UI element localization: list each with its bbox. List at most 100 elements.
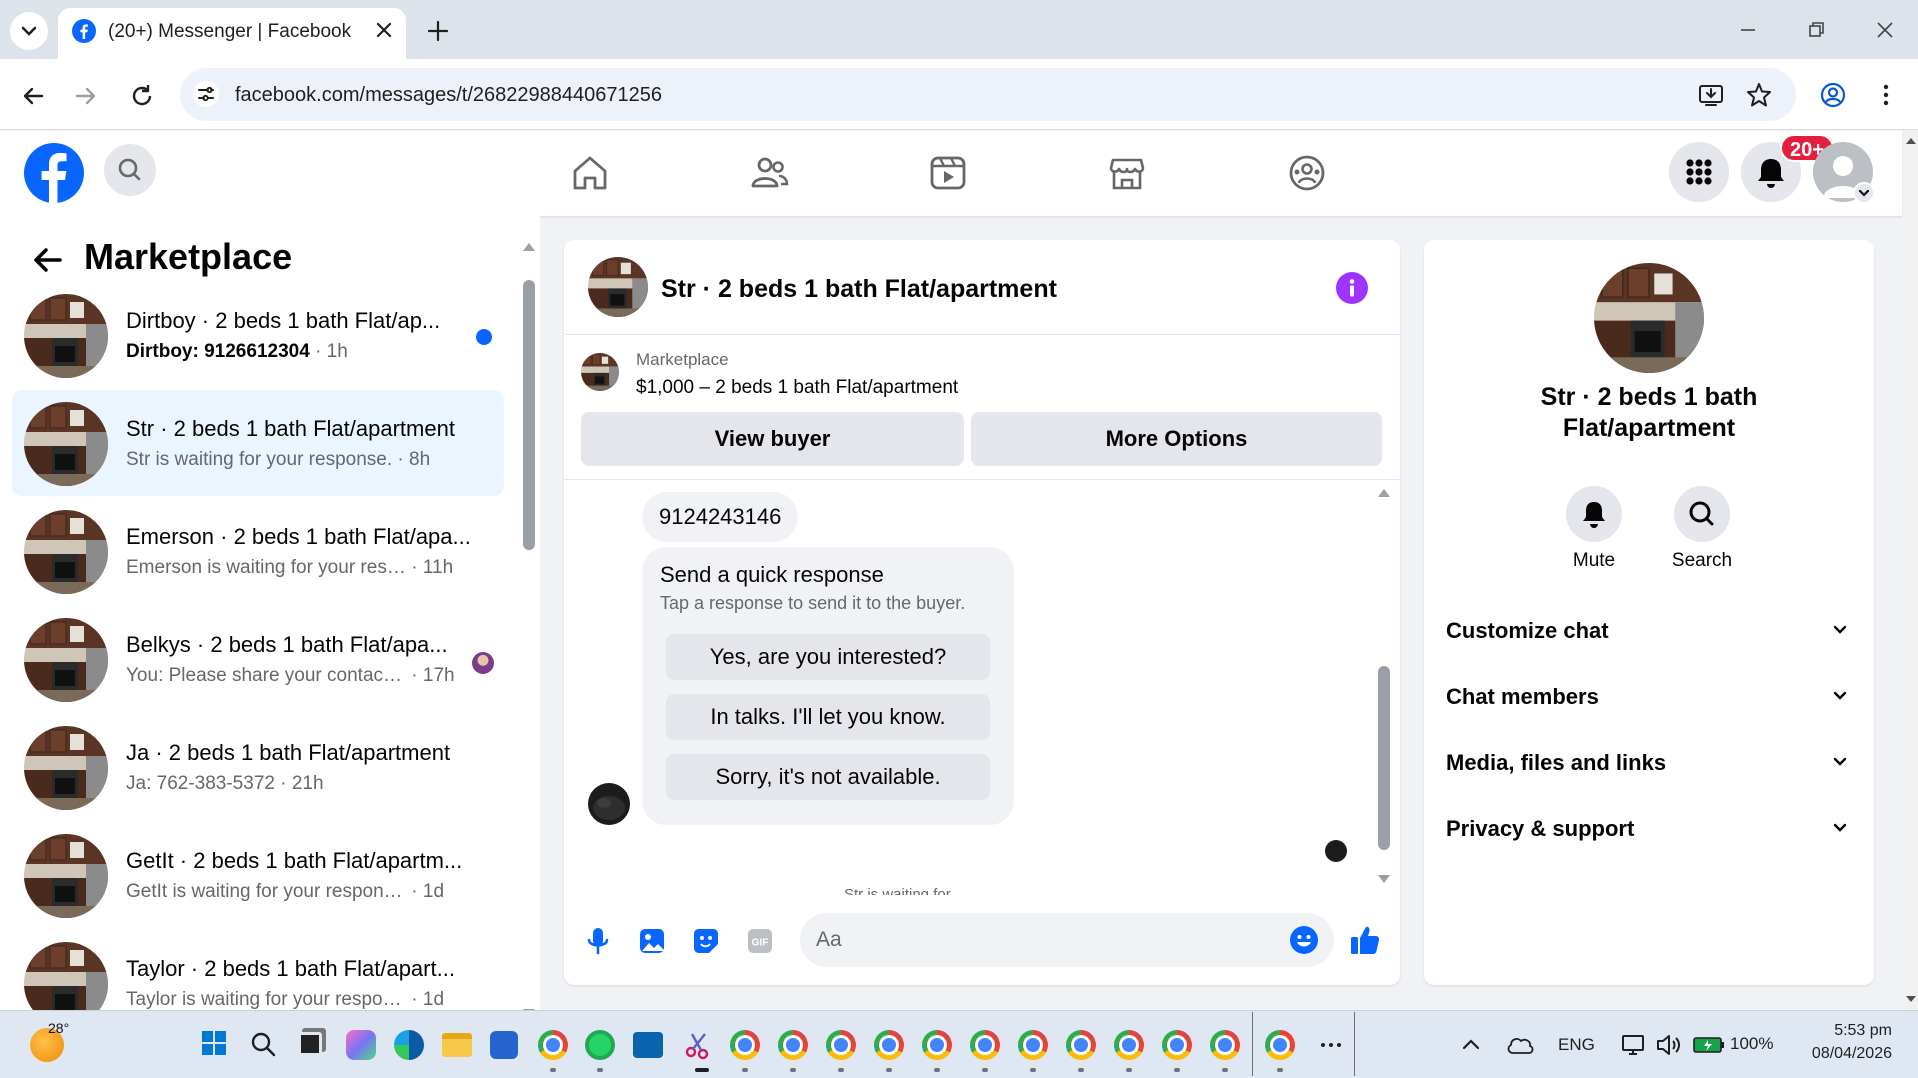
scroll-down-icon[interactable] bbox=[1377, 872, 1391, 886]
chrome-icon[interactable] bbox=[874, 1030, 904, 1060]
clock-date[interactable]: 08/04/2026 bbox=[1780, 1045, 1892, 1063]
scroll-up-icon[interactable] bbox=[522, 240, 536, 254]
account-chevron-icon[interactable] bbox=[1853, 182, 1875, 204]
chrome-icon[interactable] bbox=[1066, 1030, 1096, 1060]
chrome-icon[interactable] bbox=[730, 1030, 760, 1060]
chrome-icon[interactable] bbox=[922, 1030, 952, 1060]
language-indicator[interactable]: ENG bbox=[1558, 1035, 1595, 1055]
site-info-icon[interactable] bbox=[193, 81, 219, 107]
taskbar-search-icon[interactable] bbox=[249, 1030, 277, 1058]
search-button[interactable] bbox=[104, 144, 156, 196]
groups-icon[interactable] bbox=[1286, 152, 1328, 194]
more-apps-icon[interactable] bbox=[1318, 1032, 1344, 1058]
scroll-up-icon[interactable] bbox=[1377, 486, 1391, 500]
quick-response-button[interactable]: Yes, are you interested? bbox=[666, 634, 990, 680]
clock-time[interactable]: 5:53 pm bbox=[1780, 1022, 1892, 1040]
marketplace-icon[interactable] bbox=[1106, 152, 1148, 194]
scrollbar[interactable] bbox=[522, 240, 536, 1010]
restore-window-icon[interactable] bbox=[1804, 18, 1828, 42]
battery-icon[interactable] bbox=[1692, 1034, 1726, 1056]
chrome-icon[interactable] bbox=[1265, 1030, 1295, 1060]
chrome-icon[interactable] bbox=[1018, 1030, 1048, 1060]
chrome-icon[interactable] bbox=[1162, 1030, 1192, 1060]
close-window-icon[interactable] bbox=[1873, 18, 1897, 42]
conversation-item[interactable]: Dirtboy · 2 beds 1 bath Flat/ap... Dirtbo… bbox=[12, 282, 504, 388]
volume-icon[interactable] bbox=[1654, 1031, 1682, 1059]
scroll-down-icon[interactable] bbox=[1905, 993, 1917, 1005]
network-icon[interactable] bbox=[1620, 1031, 1648, 1059]
chat-avatar[interactable] bbox=[588, 257, 648, 317]
browser-menu-icon[interactable] bbox=[1876, 81, 1896, 109]
scrollbar-thumb[interactable] bbox=[523, 280, 535, 550]
facebook-logo-icon[interactable] bbox=[24, 143, 84, 203]
tab-search-button[interactable] bbox=[10, 12, 48, 50]
mute-button[interactable] bbox=[1566, 486, 1622, 542]
file-explorer-icon[interactable] bbox=[442, 1033, 472, 1057]
new-tab-icon[interactable] bbox=[425, 18, 451, 44]
page-scrollbar[interactable] bbox=[1904, 131, 1918, 1010]
customize-chat-section[interactable]: Customize chat bbox=[1446, 610, 1856, 650]
back-arrow-icon[interactable] bbox=[19, 82, 47, 110]
conversation-item[interactable]: Taylor · 2 beds 1 bath Flat/apart... Tayl… bbox=[12, 930, 504, 1010]
conversation-name: Dirtboy · 2 beds 1 bath Flat/ap... bbox=[126, 308, 441, 333]
onedrive-cloud-icon[interactable] bbox=[1505, 1034, 1535, 1056]
microphone-icon[interactable] bbox=[584, 925, 612, 957]
chat-scrollbar[interactable] bbox=[1377, 486, 1391, 886]
chrome-icon[interactable] bbox=[826, 1030, 856, 1060]
close-tab-icon[interactable] bbox=[372, 18, 396, 42]
conversation-item[interactable]: GetIt · 2 beds 1 bath Flat/apartm... GetI… bbox=[12, 822, 504, 928]
whatsapp-icon[interactable] bbox=[585, 1030, 615, 1060]
quick-response-button[interactable]: Sorry, it's not available. bbox=[666, 754, 990, 800]
chrome-icon[interactable] bbox=[1114, 1030, 1144, 1060]
conversation-item[interactable]: Ja · 2 beds 1 bath Flat/apartment Ja: 762… bbox=[12, 714, 504, 820]
outlook-icon[interactable] bbox=[633, 1032, 663, 1058]
privacy-support-section[interactable]: Privacy & support bbox=[1446, 808, 1856, 848]
chrome-icon[interactable] bbox=[538, 1030, 568, 1060]
bookmark-star-icon[interactable] bbox=[1745, 81, 1773, 109]
info-icon[interactable] bbox=[1336, 272, 1368, 304]
chat-title[interactable]: Str · 2 beds 1 bath Flat/apartment bbox=[661, 275, 1057, 304]
search-conversation-button[interactable] bbox=[1674, 486, 1730, 542]
conversation-item[interactable]: Str · 2 beds 1 bath Flat/apartment Str is… bbox=[12, 390, 504, 496]
minimize-window-icon[interactable] bbox=[1736, 18, 1760, 42]
windows-start-icon[interactable] bbox=[201, 1030, 227, 1056]
home-icon[interactable] bbox=[569, 152, 611, 194]
message-bubble[interactable]: 9124243146 bbox=[642, 492, 799, 542]
copilot-icon[interactable] bbox=[346, 1030, 376, 1060]
like-thumb-icon[interactable] bbox=[1348, 923, 1382, 957]
task-view-icon[interactable] bbox=[298, 1032, 322, 1056]
reload-icon[interactable] bbox=[128, 82, 156, 110]
emoji-icon[interactable] bbox=[1288, 924, 1320, 956]
install-app-icon[interactable] bbox=[1697, 81, 1725, 109]
url-text[interactable]: facebook.com/messages/t/2682298844067125… bbox=[235, 84, 662, 107]
quick-response-button[interactable]: In talks. I'll let you know. bbox=[666, 694, 990, 740]
menu-button[interactable] bbox=[1669, 142, 1729, 202]
back-arrow-icon[interactable] bbox=[30, 243, 64, 277]
snipping-tool-icon[interactable] bbox=[683, 1030, 713, 1060]
conversation-item[interactable]: Belkys · 2 beds 1 bath Flat/apa... You: P… bbox=[12, 606, 504, 712]
chrome-icon[interactable] bbox=[1210, 1030, 1240, 1060]
more-options-button[interactable]: More Options bbox=[971, 412, 1382, 466]
friends-icon[interactable] bbox=[748, 152, 790, 194]
media-files-links-section[interactable]: Media, files and links bbox=[1446, 742, 1856, 782]
view-buyer-button[interactable]: View buyer bbox=[581, 412, 964, 466]
info-avatar[interactable] bbox=[1594, 263, 1704, 373]
store-icon[interactable] bbox=[490, 1031, 518, 1059]
chrome-icon[interactable] bbox=[778, 1030, 808, 1060]
chrome-icon[interactable] bbox=[970, 1030, 1000, 1060]
video-icon[interactable] bbox=[927, 152, 969, 194]
svg-text:GIF: GIF bbox=[752, 938, 769, 949]
photo-icon[interactable] bbox=[637, 926, 667, 956]
conversation-item[interactable]: Emerson · 2 beds 1 bath Flat/apa... Emers… bbox=[12, 498, 504, 604]
sticker-icon[interactable] bbox=[691, 926, 721, 956]
chat-members-section[interactable]: Chat members bbox=[1446, 676, 1856, 716]
edge-browser-icon[interactable] bbox=[394, 1030, 424, 1060]
profile-icon[interactable] bbox=[1819, 81, 1847, 109]
buyer-avatar[interactable] bbox=[588, 783, 630, 825]
scroll-up-icon[interactable] bbox=[1905, 135, 1917, 147]
forward-arrow-icon[interactable] bbox=[72, 82, 100, 110]
scrollbar-thumb[interactable] bbox=[1378, 666, 1390, 850]
message-input[interactable] bbox=[800, 913, 1334, 967]
chevron-up-icon[interactable] bbox=[1460, 1034, 1482, 1056]
gif-icon[interactable]: GIF bbox=[745, 926, 775, 956]
